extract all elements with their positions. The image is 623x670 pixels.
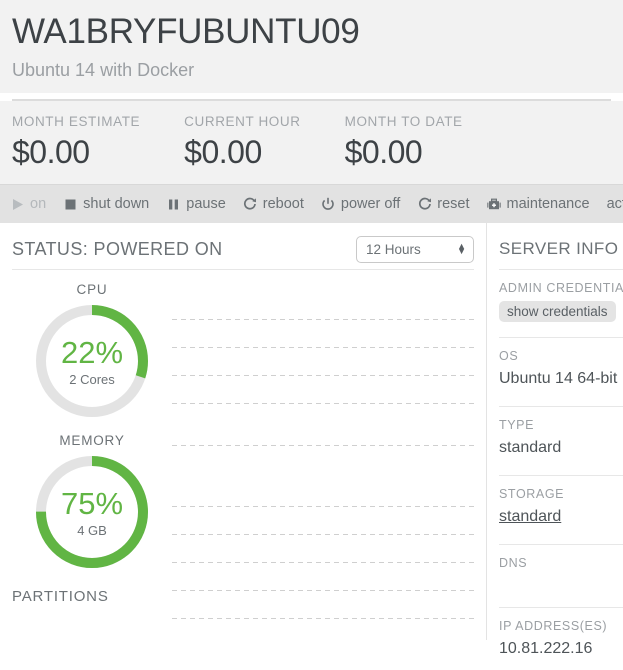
- stat-value: $0.00: [12, 134, 90, 170]
- status-row: STATUS: POWERED ON 12 Hours ▲ ▼: [12, 223, 474, 269]
- page-title: WA1BRYFUBUNTU09: [12, 12, 360, 51]
- field-storage: STORAGE standard: [499, 476, 623, 538]
- toolbar-label: maintenance: [506, 196, 590, 212]
- page-header: WA1BRYFUBUNTU09 Ubuntu 14 with Docker: [0, 0, 623, 93]
- gauge-center: 22% 2 Cores: [32, 301, 152, 421]
- gauge-and-chart-area: CPU 22% 2 Cores MEMORY 75% 4 GB PARTITIO…: [12, 282, 474, 619]
- gauge-subtext: 2 Cores: [69, 371, 115, 387]
- page-subtitle: Ubuntu 14 with Docker: [12, 60, 195, 80]
- field-label: OS: [499, 349, 519, 363]
- gauge-title: MEMORY: [59, 433, 125, 448]
- toolbar-label: power off: [340, 196, 401, 212]
- toolbar-label: pause: [186, 196, 226, 212]
- field-type: TYPE standard: [499, 407, 623, 469]
- toolbar-button-reset[interactable]: reset: [417, 196, 470, 212]
- toolbar-button-shut-down[interactable]: shut down: [63, 196, 149, 212]
- field-label: ADMIN CREDENTIALS: [499, 281, 623, 295]
- status-divider: [12, 269, 474, 270]
- main-content: STATUS: POWERED ON 12 Hours ▲ ▼ CPU 22% …: [0, 223, 623, 657]
- refresh-icon: [417, 197, 432, 212]
- pause-icon: [166, 197, 181, 212]
- time-range-value: 12 Hours: [366, 241, 421, 257]
- status-text: STATUS: POWERED ON: [12, 238, 223, 259]
- toolbar-button-power-off[interactable]: power off: [321, 196, 400, 212]
- field-value: [499, 574, 623, 592]
- field-ip-addresses: IP ADDRESS(ES) 10.81.222.16: [499, 608, 623, 670]
- field-label: IP ADDRESS(ES): [499, 619, 608, 633]
- stat-label: MONTH ESTIMATE: [12, 114, 141, 129]
- gauge-ring: 22% 2 Cores: [32, 301, 152, 421]
- gauge-title: CPU: [76, 282, 108, 297]
- toolbar-button-reboot[interactable]: reboot: [243, 196, 304, 212]
- gauge-ring: 75% 4 GB: [32, 452, 152, 572]
- gauge-subtext: 4 GB: [77, 522, 107, 538]
- gauge-percent: 75%: [60, 485, 124, 521]
- field-os: OS Ubuntu 14 64-bit: [499, 338, 623, 400]
- server-info-title: SERVER INFO: [499, 239, 619, 258]
- field-label: STORAGE: [499, 487, 565, 501]
- select-arrows-icon: ▲ ▼: [457, 241, 466, 256]
- server-info-panel: SERVER INFO ADMIN CREDENTIALS show crede…: [486, 223, 623, 657]
- admin-credentials-block: ADMIN CREDENTIALS show credentials: [499, 270, 623, 331]
- chart-gridlines: [172, 282, 474, 619]
- gauge-percent: 22%: [60, 334, 124, 370]
- stat-current-hour: CURRENT HOUR $0.00: [184, 113, 300, 184]
- play-icon: [10, 197, 25, 212]
- field-label: DNS: [499, 556, 528, 570]
- stop-square-icon: [63, 197, 78, 212]
- gauge-cpu: CPU 22% 2 Cores: [12, 282, 172, 421]
- toolbar-label: on: [30, 196, 47, 212]
- toolbar-label: shut down: [83, 196, 150, 212]
- power-icon: [321, 197, 336, 212]
- field-value: Ubuntu 14 64-bit: [499, 370, 618, 387]
- field-dns: DNS: [499, 545, 623, 601]
- toolbar-action-menu[interactable]: action: [607, 196, 623, 212]
- gauge-memory: MEMORY 75% 4 GB: [12, 433, 172, 572]
- toolbar-label: reboot: [262, 196, 304, 212]
- stat-value: $0.00: [184, 134, 262, 170]
- toolbar-button-on[interactable]: on: [10, 196, 46, 212]
- toolbar-label: action: [606, 196, 623, 212]
- toolbox-icon: [487, 197, 502, 212]
- refresh-icon: [243, 197, 258, 212]
- toolbar-button-pause[interactable]: pause: [166, 196, 226, 212]
- stat-month-to-date: MONTH TO DATE $0.00: [345, 113, 463, 184]
- stat-value: $0.00: [344, 134, 423, 170]
- monitoring-pane: STATUS: POWERED ON 12 Hours ▲ ▼ CPU 22% …: [0, 223, 486, 640]
- power-action-toolbar: on shut down pause reboot power off rese…: [0, 184, 623, 223]
- field-value: 10.81.222.16: [499, 640, 593, 657]
- storage-link[interactable]: standard: [499, 505, 623, 529]
- partitions-heading: PARTITIONS: [12, 588, 109, 605]
- show-credentials-button[interactable]: show credentials: [499, 301, 616, 322]
- cost-stats: MONTH ESTIMATE $0.00 CURRENT HOUR $0.00 …: [0, 101, 623, 184]
- gauge-center: 75% 4 GB: [32, 452, 152, 572]
- field-value: standard: [499, 439, 562, 456]
- toolbar-button-maintenance[interactable]: maintenance: [487, 196, 590, 212]
- stat-month-estimate: MONTH ESTIMATE $0.00: [12, 113, 140, 184]
- field-label: TYPE: [499, 418, 535, 432]
- time-range-select[interactable]: 12 Hours ▲ ▼: [356, 235, 474, 263]
- toolbar-label: reset: [437, 196, 470, 212]
- stat-label: CURRENT HOUR: [184, 114, 301, 129]
- stat-label: MONTH TO DATE: [344, 114, 463, 129]
